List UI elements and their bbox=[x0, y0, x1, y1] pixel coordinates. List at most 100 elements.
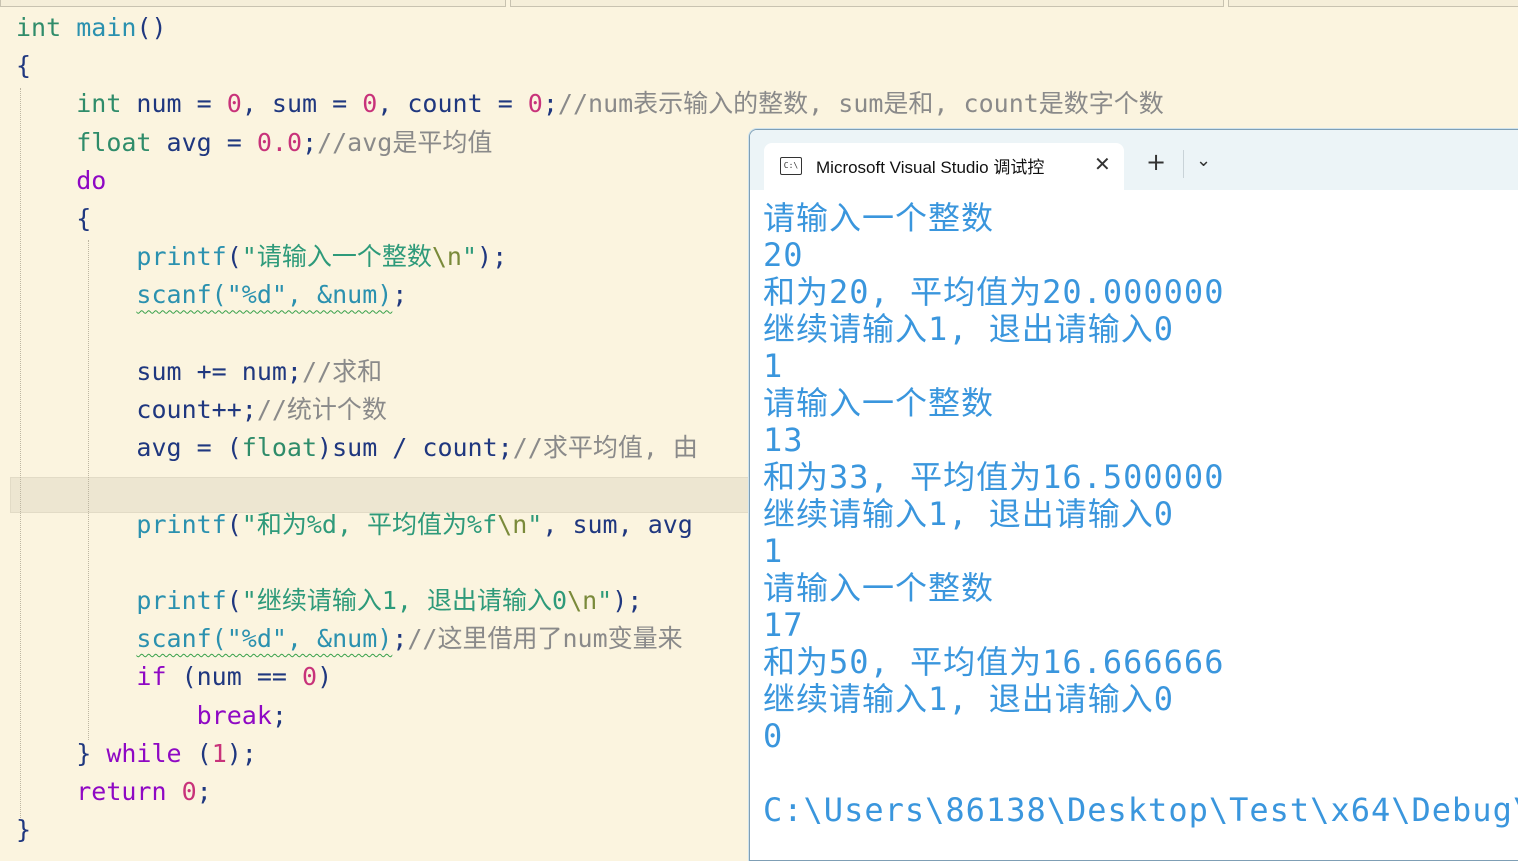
code-token: \n bbox=[497, 509, 528, 539]
code-line: break; bbox=[16, 697, 287, 735]
editor-tab[interactable] bbox=[0, 0, 506, 7]
code-token: return bbox=[76, 777, 167, 806]
code-token: 0 bbox=[527, 89, 543, 119]
code-line: printf("和为%d, 平均值为%f\n", sum, avg bbox=[16, 506, 693, 544]
console-output-line: C:\Users\86138\Desktop\Test\x64\Debug\Te bbox=[763, 791, 1518, 829]
code-token: ( bbox=[181, 738, 212, 768]
code-token: ( bbox=[226, 509, 242, 539]
new-tab-button[interactable]: + bbox=[1146, 150, 1166, 174]
console-tab[interactable]: C:\ Microsoft Visual Studio 调试控 ✕ bbox=[764, 143, 1124, 190]
code-line: { bbox=[16, 47, 31, 85]
code-token: , count = bbox=[377, 89, 528, 119]
code-token: //求平均值, 由 bbox=[512, 433, 698, 463]
code-token: "继续请输入1, 退出请输入0 bbox=[241, 586, 568, 615]
code-token: () bbox=[136, 13, 167, 42]
code-line: int main() bbox=[16, 9, 167, 47]
code-line: printf("继续请输入1, 退出请输入0\n"); bbox=[16, 582, 642, 620]
code-token: scanf("%d", &num) bbox=[136, 280, 393, 310]
code-token: if bbox=[136, 662, 167, 692]
code-line: if (num == 0) bbox=[16, 658, 332, 696]
code-line: float avg = 0.0;//avg是平均值 bbox=[16, 124, 492, 162]
code-token: ; bbox=[392, 624, 408, 654]
code-token: " bbox=[461, 242, 478, 272]
code-token: //avg是平均值 bbox=[317, 127, 493, 157]
code-token: //num表示输入的整数, sum是和, count是数字个数 bbox=[557, 89, 1164, 119]
code-line: int num = 0, sum = 0, count = 0;//num表示输… bbox=[16, 85, 1164, 123]
console-output-line: 0 bbox=[763, 717, 784, 755]
code-token: avg = ( bbox=[16, 433, 242, 463]
code-line: sum += num;//求和 bbox=[16, 353, 382, 391]
code-token: int bbox=[16, 13, 62, 42]
editor-tab[interactable] bbox=[1228, 0, 1518, 7]
code-token: ( bbox=[226, 242, 242, 272]
code-token: } bbox=[16, 738, 107, 768]
code-line: } bbox=[16, 811, 31, 849]
console-output-line: 17 bbox=[763, 606, 804, 644]
console-output[interactable]: 请输入一个整数 20 和为20, 平均值为20.000000 继续请输入1, 退出请输… bbox=[763, 200, 1518, 829]
console-output-line: 13 bbox=[763, 421, 804, 459]
code-token: , sum = bbox=[241, 89, 363, 119]
code-line: } while (1); bbox=[16, 735, 257, 773]
code-token: ; bbox=[271, 700, 287, 730]
console-output-line: 请输入一个整数 bbox=[763, 199, 995, 237]
console-output-line: 20 bbox=[763, 236, 804, 274]
code-token: printf bbox=[136, 242, 227, 272]
code-token: 0.0 bbox=[256, 127, 302, 157]
code-token: do bbox=[76, 165, 107, 195]
console-output-line: 和为20, 平均值为20.000000 bbox=[763, 273, 1225, 311]
code-line: { bbox=[16, 200, 91, 238]
code-token: 0 bbox=[226, 89, 242, 119]
debug-console-window[interactable]: C:\ Microsoft Visual Studio 调试控 ✕ + ⌄ 请输… bbox=[749, 129, 1518, 861]
console-output-line: 继续请输入1, 退出请输入0 bbox=[763, 680, 1175, 718]
code-token: avg = bbox=[151, 127, 257, 157]
code-token: //求和 bbox=[301, 356, 383, 386]
code-token: ( bbox=[226, 586, 242, 615]
code-token: , sum, avg bbox=[542, 509, 693, 539]
code-token: } bbox=[16, 815, 32, 845]
code-token: ); bbox=[612, 586, 643, 615]
code-line: printf("请输入一个整数\n"); bbox=[16, 238, 507, 276]
code-token: " bbox=[527, 509, 543, 539]
code-token: \n bbox=[431, 242, 462, 272]
code-token: )sum / count; bbox=[317, 433, 513, 463]
code-token: int bbox=[76, 89, 122, 119]
code-token: num = bbox=[121, 89, 227, 119]
code-token: (num == bbox=[166, 662, 302, 692]
code-token: //统计个数 bbox=[256, 395, 387, 424]
code-token: ); bbox=[226, 738, 257, 768]
close-icon[interactable]: ✕ bbox=[1094, 152, 1111, 176]
console-output-line: 1 bbox=[763, 347, 784, 385]
code-token: " bbox=[597, 586, 613, 615]
code-token: ); bbox=[477, 242, 508, 272]
code-token: while bbox=[106, 738, 182, 768]
code-token: 1 bbox=[211, 738, 227, 768]
editor-tab[interactable] bbox=[510, 0, 1224, 7]
code-line: avg = (float)sum / count;//求平均值, 由 bbox=[16, 429, 698, 467]
editor-tab-strip bbox=[0, 0, 1518, 8]
code-line: do bbox=[16, 162, 106, 200]
code-token: break bbox=[196, 700, 272, 730]
console-output-line: 和为50, 平均值为16.666666 bbox=[763, 643, 1225, 681]
code-token: ; bbox=[392, 280, 408, 310]
code-token: { bbox=[16, 51, 32, 81]
code-token: "请输入一个整数 bbox=[241, 242, 432, 272]
code-token: \n bbox=[567, 586, 598, 615]
chevron-down-icon[interactable]: ⌄ bbox=[1196, 150, 1211, 171]
code-token: { bbox=[16, 204, 92, 233]
code-token: float bbox=[241, 433, 318, 463]
code-token: printf bbox=[136, 586, 227, 615]
code-token: sum += num; bbox=[16, 356, 302, 386]
code-line: scanf("%d", &num); bbox=[16, 276, 407, 314]
console-titlebar: C:\ Microsoft Visual Studio 调试控 ✕ + ⌄ bbox=[750, 130, 1518, 190]
